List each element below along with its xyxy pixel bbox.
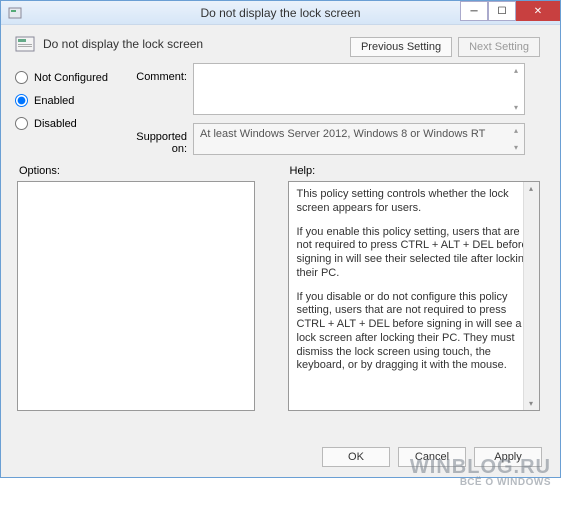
radio-enabled[interactable]: Enabled — [15, 94, 123, 107]
config-row: Not Configured Enabled Disabled Comment: — [15, 63, 546, 155]
supported-label: Supported on: — [123, 123, 193, 155]
cancel-button[interactable]: Cancel — [398, 447, 466, 467]
radio-disabled-input[interactable] — [15, 117, 28, 130]
state-radio-group: Not Configured Enabled Disabled — [15, 63, 123, 130]
radio-not-configured[interactable]: Not Configured — [15, 71, 123, 84]
titlebar: Do not display the lock screen ─ ☐ ✕ — [1, 1, 560, 25]
comment-textarea[interactable]: ▴▾ — [193, 63, 525, 115]
close-button[interactable]: ✕ — [516, 1, 560, 21]
radio-label: Not Configured — [34, 72, 108, 84]
options-label: Options: — [17, 165, 274, 177]
options-column: Options: — [17, 165, 274, 411]
policy-icon — [7, 5, 23, 21]
radio-enabled-input[interactable] — [15, 94, 28, 107]
policy-large-icon — [15, 35, 35, 53]
previous-setting-button[interactable]: Previous Setting — [350, 37, 452, 57]
window-controls: ─ ☐ ✕ — [460, 1, 560, 21]
radio-disabled[interactable]: Disabled — [15, 117, 123, 130]
dialog-window: Do not display the lock screen ─ ☐ ✕ Do … — [0, 0, 561, 478]
lower-panels: Options: Help: This policy setting contr… — [15, 165, 546, 411]
apply-button[interactable]: Apply — [474, 447, 542, 467]
radio-label: Enabled — [34, 95, 74, 107]
radio-label: Disabled — [34, 118, 77, 130]
nav-buttons: Previous Setting Next Setting — [350, 37, 540, 57]
help-box: This policy setting controls whether the… — [288, 181, 540, 411]
help-column: Help: This policy setting controls wheth… — [288, 165, 545, 411]
help-paragraph: This policy setting controls whether the… — [297, 188, 531, 216]
supported-text: At least Windows Server 2012, Windows 8 … — [200, 128, 485, 140]
help-paragraph: If you disable or do not configure this … — [297, 291, 531, 374]
maximize-button[interactable]: ☐ — [488, 1, 516, 21]
window-title: Do not display the lock screen — [200, 6, 360, 20]
ok-button[interactable]: OK — [322, 447, 390, 467]
dialog-footer: OK Cancel Apply — [322, 447, 542, 467]
scrollbar-icon: ▴▾ — [510, 126, 522, 152]
watermark-sub: ВСЁ О WINDOWS — [410, 478, 551, 489]
minimize-button[interactable]: ─ — [460, 1, 488, 21]
next-setting-button[interactable]: Next Setting — [458, 37, 540, 57]
help-scrollbar[interactable]: ▴▾ — [523, 182, 539, 410]
comment-label: Comment: — [123, 63, 193, 115]
content-area: Do not display the lock screen Previous … — [1, 25, 560, 421]
radio-not-configured-input[interactable] — [15, 71, 28, 84]
supported-on-field: At least Windows Server 2012, Windows 8 … — [193, 123, 525, 155]
help-label: Help: — [288, 165, 545, 177]
help-paragraph: If you enable this policy setting, users… — [297, 226, 531, 281]
scrollbar-icon: ▴▾ — [510, 66, 522, 112]
options-box[interactable] — [17, 181, 255, 411]
